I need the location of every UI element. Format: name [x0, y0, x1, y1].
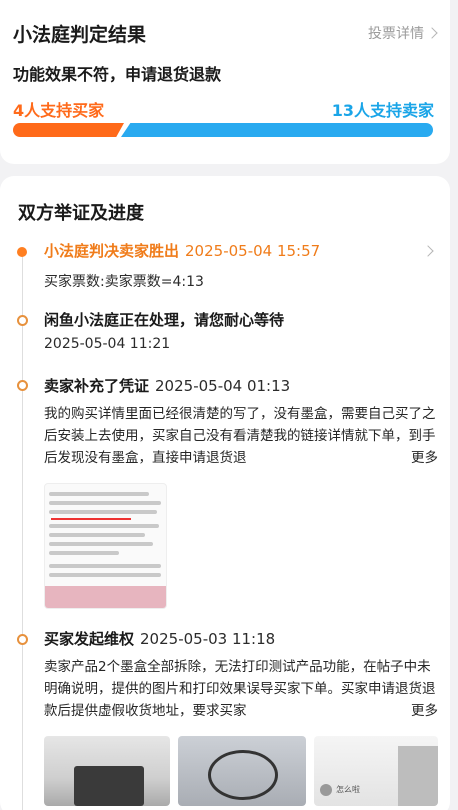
avatar [320, 784, 332, 796]
timeline-event-buyer-claim: 买家发起维权 2025-05-03 11:18 [44, 628, 275, 649]
buyer-vote-bar [13, 123, 124, 137]
more-link[interactable]: 更多 [393, 700, 438, 722]
chevron-right-icon [426, 27, 438, 39]
progress-title: 双方举证及进度 [18, 203, 144, 224]
progress-card: 双方举证及进度 小法庭判决卖家胜出 2025-05-04 15:57 买家票数:卖… [0, 176, 450, 810]
chevron-right-icon[interactable] [422, 245, 434, 257]
verdict-title: 小法庭判定结果 [13, 24, 147, 46]
event-time: 2025-05-04 11:21 [44, 336, 171, 352]
event-title: 卖家补充了凭证 [44, 377, 150, 395]
timeline-event-verdict[interactable]: 小法庭判决卖家胜出 2025-05-04 15:57 [44, 240, 320, 261]
verdict-card: 小法庭判定结果 投票详情 功能效果不符，申请退货退款 4人支持买家 13人支持卖… [0, 0, 450, 164]
timeline-dot [17, 380, 28, 391]
event-title: 买家发起维权 [44, 630, 135, 648]
event-time: 2025-05-04 15:57 [185, 242, 321, 260]
event-time: 2025-05-04 01:13 [155, 377, 291, 395]
event-title: 小法庭判决卖家胜出 [44, 242, 180, 260]
event-time: 2025-05-03 11:18 [140, 630, 276, 648]
timeline-dot-active [17, 247, 27, 257]
chat-username: 怎么啦 [336, 785, 360, 794]
vote-detail-link[interactable]: 投票详情 [368, 23, 438, 43]
evidence-photo-chat[interactable]: 怎么啦 [314, 736, 438, 806]
seller-vote-bar [121, 123, 433, 137]
evidence-photo-printer[interactable] [44, 736, 170, 806]
event-title: 闲鱼小法庭正在处理，请您耐心等待 [44, 311, 285, 329]
event-description: 卖家产品2个墨盒全部拆除，无法打印测试产品功能，在帖子中未明确说明，提供的图片和… [44, 659, 436, 719]
timeline-line [22, 256, 23, 810]
evidence-screenshot[interactable] [44, 483, 167, 609]
dispute-reason: 功能效果不符，申请退货退款 [13, 65, 222, 84]
timeline-event-seller-evidence: 卖家补充了凭证 2025-05-04 01:13 [44, 375, 290, 396]
vote-ratio: 买家票数:卖家票数=4:13 [44, 274, 204, 290]
timeline-dot [17, 634, 28, 645]
timeline-dot [17, 315, 28, 326]
event-description: 我的购买详情里面已经很清楚的写了，没有墨盒，需要自己买了之后安装上去使用，买家自… [44, 406, 436, 466]
seller-support-count: 13人支持卖家 [331, 101, 434, 120]
evidence-photo-cable[interactable] [178, 736, 306, 806]
buyer-support-count: 4人支持买家 [13, 101, 105, 120]
more-link[interactable]: 更多 [393, 447, 438, 469]
vote-detail-label[interactable]: 投票详情 [368, 23, 424, 43]
